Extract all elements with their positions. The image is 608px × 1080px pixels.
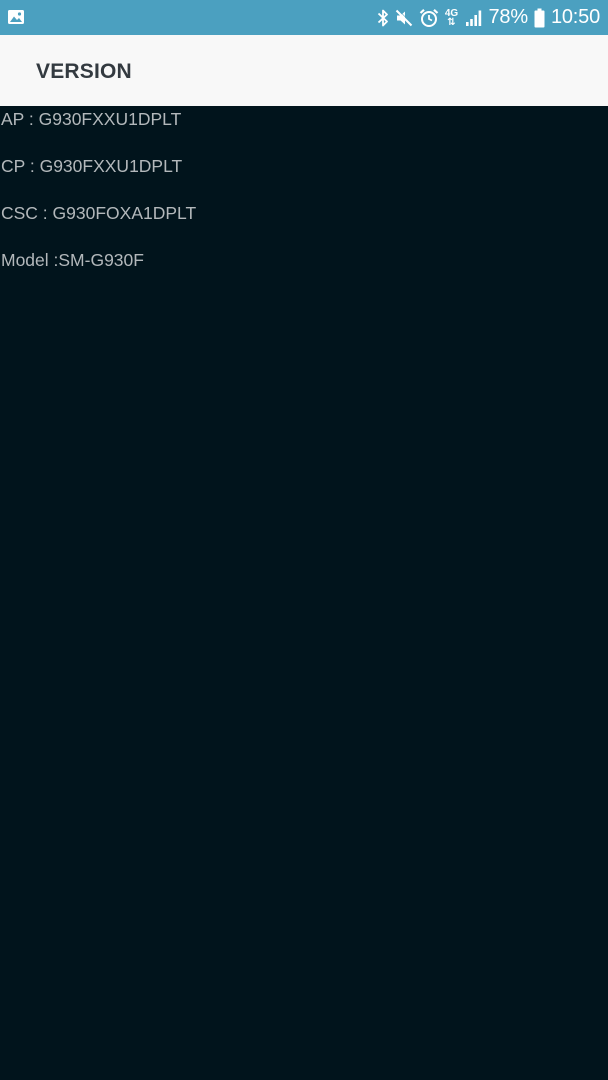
csc-version: CSC : G930FOXA1DPLT [1, 203, 197, 223]
status-icons: 4G ⇅ 78% 10:50 [377, 0, 600, 35]
page-title: VERSION [36, 60, 132, 83]
network-4g-icon: 4G ⇅ [445, 0, 459, 35]
clock: 10:50 [550, 6, 600, 28]
cp-version: CP : G930FXXU1DPLT [1, 156, 183, 176]
model-version: Model :SM-G930F [1, 250, 144, 270]
battery-percent: 78% [488, 6, 529, 28]
mute-icon [395, 0, 413, 35]
app-bar: VERSION [0, 35, 608, 106]
image-icon [7, 8, 25, 26]
alarm-icon [419, 0, 439, 35]
signal-icon [465, 0, 483, 35]
status-bar: 4G ⇅ 78% 10:50 [0, 0, 608, 35]
bluetooth-icon [377, 0, 389, 35]
battery-icon [534, 0, 545, 35]
data-arrows: ⇅ [447, 16, 456, 28]
ap-version: AP : G930FXXU1DPLT [1, 109, 182, 129]
